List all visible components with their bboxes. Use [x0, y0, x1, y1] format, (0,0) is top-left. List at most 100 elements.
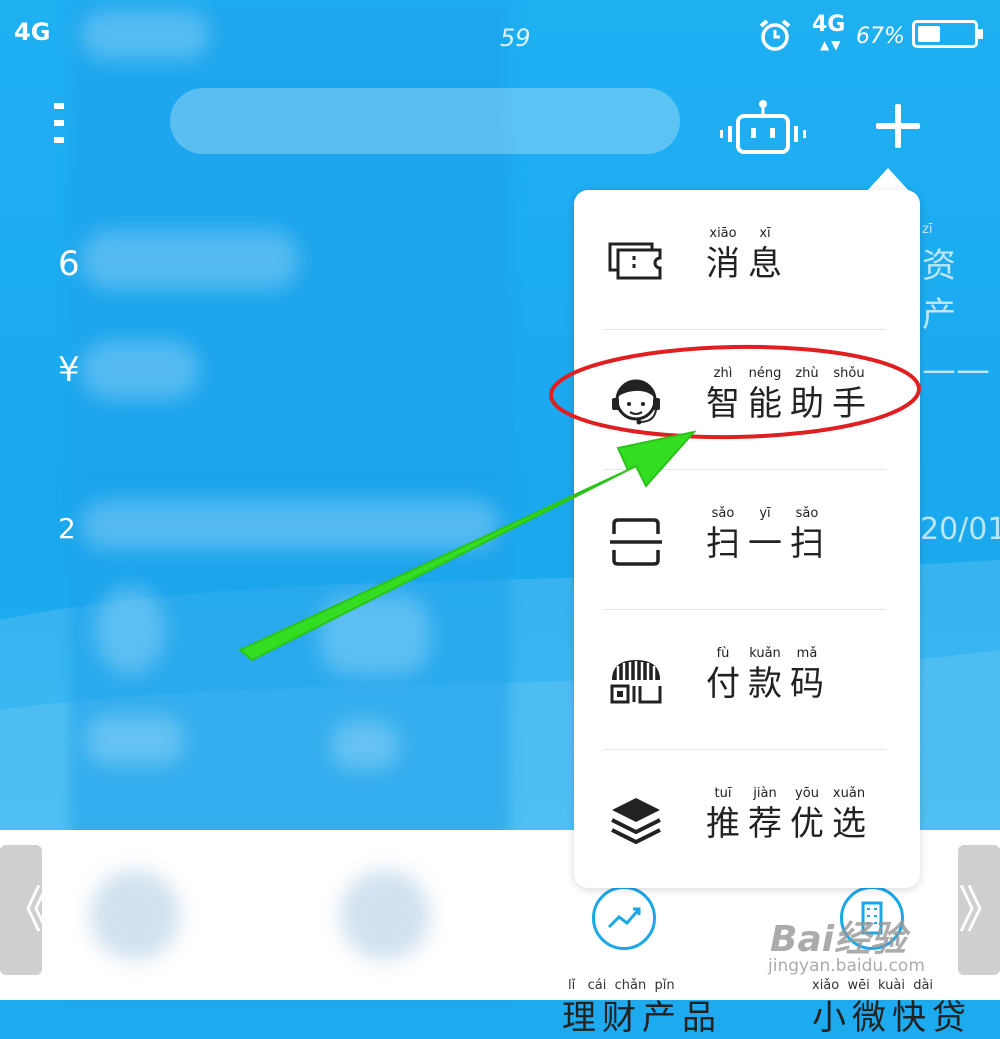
blurred-block [80, 230, 300, 290]
quick-actions-menu: xiāo 消 xī 息 zhì 智 néng 能 zhù 助 shǒu 手 sǎo 扫 yī 一 sǎo 扫 fù 付… [574, 190, 920, 888]
ruby-char: sǎo 扫 [704, 506, 742, 564]
ruby-char: zhì 智 [704, 366, 742, 424]
blurred-block [85, 715, 185, 765]
hanzi: 荐 [748, 804, 782, 844]
amount-dash: —— [922, 350, 990, 390]
blurred-block [340, 870, 430, 960]
watermark-url: jingyan.baidu.com [768, 956, 925, 976]
network-indicator: 4G [14, 18, 51, 46]
ticket-icon [606, 232, 666, 292]
hanzi: 扫 [790, 524, 824, 564]
pinyin: kuǎn [749, 646, 781, 661]
plus-icon[interactable] [876, 104, 920, 148]
pinyin: fù [716, 646, 730, 661]
hanzi: 码 [790, 664, 824, 704]
prev-page-button[interactable]: 《 [0, 845, 50, 975]
watermark-logo: Bai经验 [770, 919, 907, 960]
pinyin: xuǎn [832, 786, 866, 801]
status-bar: 4G 59 4G ▲▼ 67% [0, 0, 1000, 60]
ruby-char: xī 息 [746, 226, 784, 284]
hanzi: 款 [748, 664, 782, 704]
network-indicator-right: 4G ▲▼ [812, 12, 846, 52]
ruby-char: néng 能 [746, 366, 784, 424]
ruby-char: mǎ 码 [788, 646, 826, 704]
ruby-char: shǒu 手 [830, 366, 868, 424]
scan-icon [606, 512, 666, 572]
pinyin: tuī [714, 786, 732, 801]
pay-code-icon [606, 652, 666, 712]
ruby-char: jiàn 荐 [746, 786, 784, 844]
left-fragment: 6 [58, 244, 80, 284]
battery-level [918, 26, 940, 42]
blurred-block [95, 585, 165, 675]
hanzi: 推 [706, 804, 740, 844]
blurred-block [80, 500, 500, 550]
pinyin: néng [748, 366, 782, 381]
ruby-char: xuǎn 选 [830, 786, 868, 844]
pinyin: sǎo [711, 506, 735, 521]
battery-icon [912, 20, 983, 48]
ruby-char: yī 一 [746, 506, 784, 564]
product-label[interactable]: 小微快贷 [812, 990, 972, 1039]
menu-icon[interactable] [54, 103, 84, 143]
hanzi: 能 [748, 384, 782, 424]
blurred-block [80, 340, 200, 400]
assets-label: 资产 [922, 246, 964, 335]
hanzi: 扫 [706, 524, 740, 564]
left-fragment: ¥ [58, 350, 80, 390]
pinyin: zhù [795, 366, 819, 381]
hanzi: 助 [790, 384, 824, 424]
trend-icon[interactable] [592, 886, 656, 950]
blurred-block [320, 595, 430, 675]
ruby-char: tuī 推 [704, 786, 742, 844]
pinyin: xī [759, 226, 771, 241]
pinyin: yōu [795, 786, 819, 801]
pinyin: mǎ [796, 646, 818, 661]
pinyin: yī [759, 506, 771, 521]
popup-pointer [866, 168, 910, 192]
pinyin: jiàn [753, 786, 777, 801]
blurred-block [90, 870, 180, 960]
hanzi: 付 [706, 664, 740, 704]
left-fragment: 2 [58, 512, 76, 545]
ruby-char: fù 付 [704, 646, 742, 704]
product-label[interactable]: 理财产品 [562, 990, 722, 1039]
menu-item-scan[interactable]: sǎo 扫 yī 一 sǎo 扫 [574, 470, 920, 609]
hanzi: 选 [832, 804, 866, 844]
hanzi: 优 [790, 804, 824, 844]
menu-item-label: sǎo 扫 yī 一 sǎo 扫 [704, 506, 826, 564]
ruby-char: yōu 优 [788, 786, 826, 844]
ruby-char: kuǎn 款 [746, 646, 784, 704]
next-page-button[interactable]: 》 [958, 845, 1000, 975]
menu-item-label: fù 付 kuǎn 款 mǎ 码 [704, 646, 826, 704]
robot-icon[interactable] [718, 98, 808, 158]
ruby-char: xiāo 消 [704, 226, 742, 284]
menu-item-label: zhì 智 néng 能 zhù 助 shǒu 手 [704, 366, 868, 424]
menu-item-layers[interactable]: tuī 推 jiàn 荐 yōu 优 xuǎn 选 [574, 750, 920, 889]
battery-percentage: 67% [856, 24, 905, 49]
menu-item-pay-code[interactable]: fù 付 kuǎn 款 mǎ 码 [574, 610, 920, 749]
hanzi: 息 [748, 244, 782, 284]
search-bar[interactable] [170, 88, 680, 154]
network-activity-icon: ▲▼ [820, 38, 843, 52]
menu-item-ticket[interactable]: xiāo 消 xī 息 [574, 190, 920, 329]
ruby-char: zhù 助 [788, 366, 826, 424]
pinyin: zhì [713, 366, 733, 381]
hanzi: 消 [706, 244, 740, 284]
pinyin: shǒu [833, 366, 865, 381]
blurred-block [330, 720, 400, 770]
hanzi: 手 [832, 384, 866, 424]
layers-icon [606, 792, 666, 852]
menu-item-headset[interactable]: zhì 智 néng 能 zhù 助 shǒu 手 [574, 330, 920, 469]
menu-item-label: xiāo 消 xī 息 [704, 226, 784, 284]
headset-icon [606, 372, 666, 432]
pinyin: sǎo [795, 506, 819, 521]
ruby-char: sǎo 扫 [788, 506, 826, 564]
menu-item-label: tuī 推 jiàn 荐 yōu 优 xuǎn 选 [704, 786, 868, 844]
hanzi: 一 [748, 524, 782, 564]
assets-pinyin: zī [922, 222, 933, 237]
date-fragment: 20/01 [920, 512, 1000, 547]
clock-fragment: 59 [500, 24, 531, 52]
alarm-icon [759, 19, 791, 51]
hanzi: 智 [706, 384, 740, 424]
